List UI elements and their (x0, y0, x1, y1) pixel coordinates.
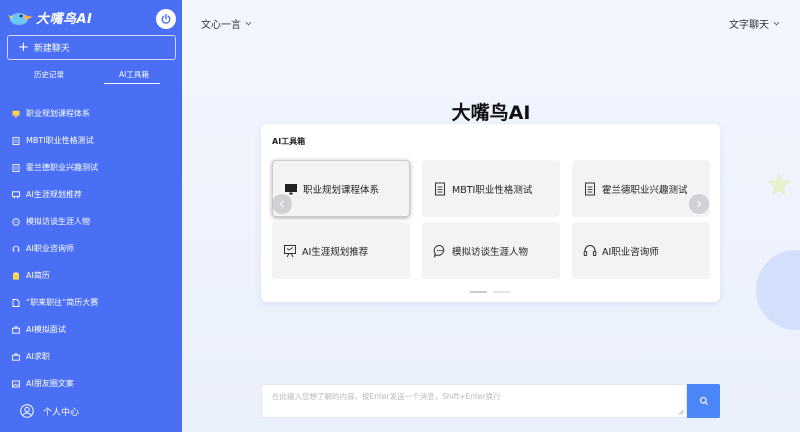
tool-card-label: AI职业咨询师 (602, 246, 659, 258)
chevron-down-icon (245, 21, 252, 26)
chat-mode-selector[interactable]: 文字聊天 (729, 16, 780, 31)
decorative-star-icon (767, 172, 791, 196)
decorative-blob-shape (756, 250, 800, 330)
carousel-prev-button[interactable] (272, 194, 292, 214)
chevron-left-icon (279, 200, 284, 208)
document-icon (583, 182, 597, 196)
briefcase-icon (12, 325, 20, 334)
resize-handle-icon[interactable] (678, 409, 684, 415)
briefcase-icon (12, 352, 20, 361)
presentation-icon (283, 244, 297, 258)
tool-card-label: 职业规划课程体系 (303, 184, 380, 196)
main-panel: 文心一言 文字聊天 大嘴鸟AI AI工具箱 职业规划课程体系 MBTI职业性格测… (182, 0, 800, 432)
sidebar-item-job-search[interactable]: AI求职 (0, 343, 182, 370)
toolbox-title: AI工具箱 (272, 137, 306, 146)
chevron-right-icon (697, 200, 702, 208)
carousel-dot[interactable] (493, 291, 510, 293)
power-button[interactable] (156, 9, 176, 29)
chat-bubble-icon (12, 217, 20, 226)
ai-toolbox-panel: AI工具箱 职业规划课程体系 MBTI职业性格测试 霍兰德职业兴趣测试 AI生涯… (261, 124, 720, 302)
sidebar-item-ai-career-plan[interactable]: AI生涯规划推荐 (0, 181, 182, 208)
user-avatar-icon (20, 404, 34, 418)
sidebar-item-label: AI模拟面试 (26, 325, 66, 334)
sidebar-item-interview-sim[interactable]: 模拟访谈生涯人物 (0, 208, 182, 235)
tool-card-interview-sim[interactable]: 模拟访谈生涯人物 (422, 222, 560, 279)
sidebar-item-label: 霍兰德职业兴趣测试 (26, 163, 98, 172)
sidebar-item-label: AI求职 (26, 352, 50, 361)
sidebar-item-label: MBTI职业性格测试 (26, 136, 94, 145)
sidebar-item-label: “职来职往”简历大赛 (26, 298, 99, 307)
sidebar-item-resume-contest[interactable]: “职来职往”简历大赛 (0, 289, 182, 316)
new-chat-label: 新建聊天 (33, 44, 70, 54)
sidebar-item-mock-interview[interactable]: AI模拟面试 (0, 316, 182, 343)
sidebar-item-label: 职业规划课程体系 (26, 109, 90, 118)
tool-card-ai-consultant[interactable]: AI职业咨询师 (572, 222, 710, 279)
tool-card-label: AI生涯规划推荐 (302, 246, 369, 258)
tool-card-label: 霍兰德职业兴趣测试 (602, 184, 688, 196)
logo-text: 大嘴鸟AI (36, 11, 93, 27)
tool-card-ai-career-plan[interactable]: AI生涯规划推荐 (272, 222, 410, 279)
clipboard-icon (12, 271, 20, 280)
chevron-down-icon (773, 21, 780, 26)
message-input[interactable]: 在此输入您想了解的内容，按Enter发送一个消息，Shift+Enter换行 (261, 384, 687, 418)
active-tab-indicator (104, 83, 160, 84)
sidebar-item-ai-resume[interactable]: AI简历 (0, 262, 182, 289)
user-center-label: 个人中心 (43, 407, 80, 418)
message-input-placeholder: 在此输入您想了解的内容，按Enter发送一个消息，Shift+Enter换行 (272, 392, 501, 401)
sidebar-item-label: AI朋友圈文案 (26, 379, 74, 388)
sidebar-item-career-course[interactable]: 职业规划课程体系 (0, 100, 182, 127)
carousel-next-button[interactable] (689, 194, 709, 214)
tab-ai-toolbox[interactable]: AI工具箱 (119, 69, 149, 80)
tab-history[interactable]: 历史记录 (34, 69, 64, 80)
page-title: 大嘴鸟AI (451, 102, 531, 124)
presentation-icon (12, 190, 20, 199)
document-icon (433, 182, 447, 196)
new-chat-button[interactable]: + 新建聊天 (7, 35, 176, 60)
bird-logo-icon (8, 13, 33, 25)
user-center-link[interactable]: 个人中心 (20, 404, 79, 418)
chat-mode-label: 文字聊天 (729, 20, 769, 31)
image-icon (12, 380, 20, 388)
model-label: 文心一言 (201, 20, 241, 31)
tool-card-career-course[interactable]: 职业规划课程体系 (272, 160, 410, 217)
sidebar-item-holland[interactable]: 霍兰德职业兴趣测试 (0, 154, 182, 181)
sidebar-item-label: AI职业咨询师 (26, 244, 74, 253)
chat-bubble-icon (433, 244, 447, 258)
send-button[interactable] (687, 384, 720, 418)
power-icon (161, 13, 171, 24)
sidebar-item-mbti[interactable]: MBTI职业性格测试 (0, 127, 182, 154)
tool-card-label: MBTI职业性格测试 (452, 184, 533, 196)
sidebar-item-label: AI生涯规划推荐 (26, 190, 82, 199)
tool-card-label: 模拟访谈生涯人物 (452, 246, 529, 258)
sidebar-item-ai-consultant[interactable]: AI职业咨询师 (0, 235, 182, 262)
sidebar-tool-list: 职业规划课程体系 MBTI职业性格测试 霍兰德职业兴趣测试 AI生涯规划推荐 模… (0, 100, 182, 397)
monitor-icon (12, 110, 20, 118)
sidebar: 大嘴鸟AI + 新建聊天 历史记录 AI工具箱 职业规划课程体系 MBTI职业性… (0, 0, 182, 432)
headset-icon (583, 244, 597, 258)
document-icon (12, 136, 20, 145)
model-selector[interactable]: 文心一言 (201, 16, 252, 31)
monitor-icon (284, 182, 298, 196)
tool-card-mbti[interactable]: MBTI职业性格测试 (422, 160, 560, 217)
plus-icon: + (18, 40, 29, 55)
app-logo[interactable]: 大嘴鸟AI (8, 6, 92, 28)
carousel-indicator (470, 291, 516, 293)
carousel-dot[interactable] (470, 291, 487, 293)
sidebar-item-moments-copy[interactable]: AI朋友圈文案 (0, 370, 182, 397)
document-icon (12, 298, 20, 307)
sidebar-item-label: AI简历 (26, 271, 50, 280)
headset-icon (12, 245, 20, 253)
sidebar-item-label: 模拟访谈生涯人物 (26, 217, 90, 226)
sidebar-tabs: 历史记录 AI工具箱 (0, 69, 182, 85)
document-icon (12, 163, 20, 172)
search-icon (699, 396, 708, 405)
